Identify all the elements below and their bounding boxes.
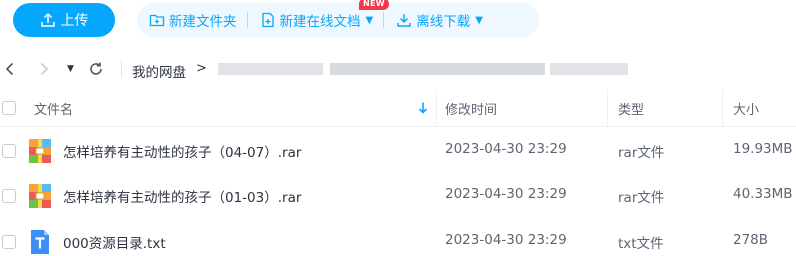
new-online-doc-label: 新建在线文档 (279, 14, 361, 30)
column-divider (436, 90, 437, 127)
forward-arrow-icon[interactable] (36, 61, 52, 77)
select-all-checkbox[interactable] (2, 101, 16, 115)
row-checkbox[interactable] (2, 189, 16, 203)
nav-divider (121, 60, 122, 78)
new-doc-icon (261, 12, 274, 28)
archive-icon (29, 139, 51, 163)
history-dropdown-icon[interactable]: ▼ (67, 64, 77, 74)
breadcrumb-redacted (330, 63, 545, 75)
column-header-modified[interactable]: 修改时间 (445, 90, 497, 127)
sort-descending-icon[interactable] (417, 101, 429, 115)
navigation-bar: ▼ 我的网盘 > (0, 52, 796, 86)
archive-icon (29, 184, 51, 208)
row-checkbox[interactable] (2, 144, 16, 158)
chevron-down-icon: ▼ (365, 14, 374, 26)
row-checkbox[interactable] (2, 235, 16, 249)
upload-label: 上传 (60, 13, 89, 29)
file-type: txt文件 (618, 236, 664, 252)
file-name[interactable]: 怎样培养有主动性的孩子（04-07）.rar (63, 141, 301, 161)
breadcrumb-root[interactable]: 我的网盘 (132, 61, 186, 81)
action-group: 新建文件夹 新建在线文档 ▼ 离线下载 ▼ (137, 3, 539, 37)
file-type: rar文件 (618, 190, 665, 206)
breadcrumb-redacted (218, 63, 323, 75)
file-name[interactable]: 000资源目录.txt (63, 232, 166, 252)
breadcrumb-redacted (550, 63, 628, 75)
column-divider (722, 90, 723, 127)
toolbar: 上传 新建文件夹 新建在线文档 ▼ 离线下载 ▼ NEW (0, 0, 796, 40)
upload-button[interactable]: 上传 (13, 3, 115, 37)
file-type: rar文件 (618, 145, 665, 161)
file-modified: 2023-04-30 23:29 (445, 232, 567, 248)
table-row[interactable]: 怎样培养有主动性的孩子（04-07）.rar 2023-04-30 23:29 … (0, 127, 796, 175)
new-folder-button[interactable]: 新建文件夹 (137, 3, 237, 37)
offline-download-button[interactable]: 离线下载 ▼ (384, 3, 483, 37)
file-size: 278B (733, 232, 769, 248)
column-header-type[interactable]: 类型 (618, 90, 644, 127)
file-size: 19.93MB (733, 141, 793, 157)
text-file-icon (31, 230, 49, 254)
new-folder-icon (149, 14, 165, 27)
table-row[interactable]: 怎样培养有主动性的孩子（01-03）.rar 2023-04-30 23:29 … (0, 172, 796, 220)
new-badge: NEW (359, 0, 389, 10)
column-divider (607, 90, 608, 127)
upload-icon (40, 12, 55, 27)
download-icon (397, 14, 411, 27)
chevron-down-icon: ▼ (475, 14, 483, 26)
file-modified: 2023-04-30 23:29 (445, 186, 567, 202)
table-header: 文件名 修改时间 类型 大小 (0, 90, 796, 127)
column-header-name[interactable]: 文件名 (34, 90, 73, 127)
file-name[interactable]: 怎样培养有主动性的孩子（01-03）.rar (63, 186, 301, 206)
column-header-size[interactable]: 大小 (733, 90, 759, 127)
offline-download-label: 离线下载 (416, 14, 471, 30)
file-modified: 2023-04-30 23:29 (445, 141, 567, 157)
refresh-icon[interactable] (88, 61, 104, 77)
back-arrow-icon[interactable] (2, 61, 18, 77)
new-online-doc-button[interactable]: 新建在线文档 ▼ (248, 3, 374, 37)
new-folder-label: 新建文件夹 (169, 14, 237, 30)
table-row[interactable]: 000资源目录.txt 2023-04-30 23:29 txt文件 278B (0, 218, 796, 256)
breadcrumb-separator: > (196, 61, 207, 76)
file-size: 40.33MB (733, 186, 793, 202)
